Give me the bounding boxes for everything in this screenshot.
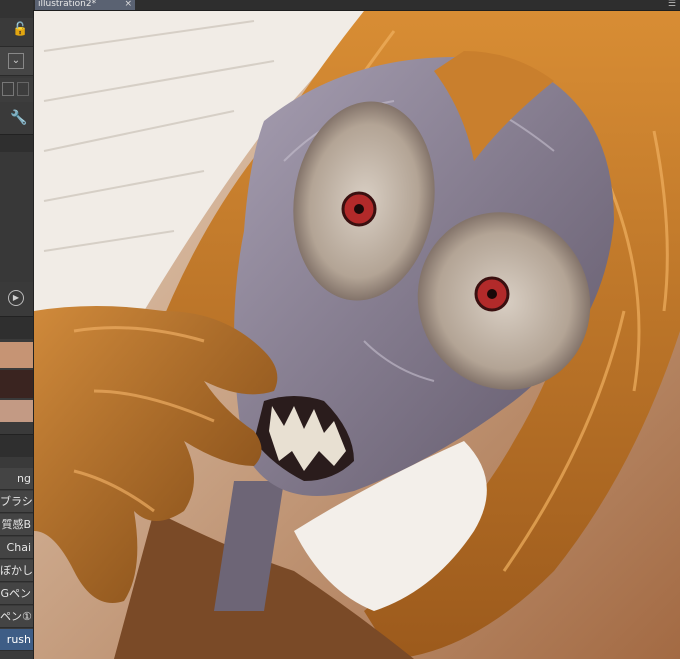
brush-item[interactable]: ng bbox=[0, 468, 33, 490]
brush-item[interactable]: ぼかし消し bbox=[0, 560, 33, 582]
document-tab-title: illustration2* bbox=[38, 0, 97, 9]
brush-item[interactable]: ペン① bbox=[0, 606, 33, 628]
menu-icon[interactable]: ☰ bbox=[668, 0, 676, 9]
sub-color-swatch[interactable] bbox=[0, 370, 33, 398]
panel-header bbox=[0, 0, 33, 18]
brush-panel-header bbox=[0, 434, 33, 457]
expand-icon[interactable]: ⌄ bbox=[8, 53, 24, 69]
transparent-color-swatch[interactable] bbox=[0, 400, 33, 422]
drawing-canvas[interactable] bbox=[34, 11, 680, 659]
layer-row bbox=[0, 78, 33, 102]
right-pupil bbox=[487, 289, 497, 299]
document-tab[interactable]: illustration2* × bbox=[35, 0, 135, 10]
brush-item[interactable]: Chai bbox=[0, 537, 33, 559]
document-tab-bar: illustration2* × ☰ bbox=[33, 0, 680, 11]
reference-layer-icon[interactable] bbox=[17, 82, 29, 96]
wrench-icon[interactable]: 🔧 bbox=[10, 110, 27, 126]
artwork bbox=[34, 11, 680, 659]
left-pupil bbox=[354, 204, 364, 214]
brush-item[interactable]: 質感B bbox=[0, 514, 33, 536]
layer-options-row: ⌄ bbox=[0, 46, 33, 76]
close-icon[interactable]: × bbox=[124, 0, 132, 9]
lock-icon[interactable]: 🔓 bbox=[12, 22, 28, 38]
play-icon[interactable]: ▶ bbox=[8, 290, 24, 306]
layer-mask-icon[interactable] bbox=[2, 82, 14, 96]
brush-item-selected[interactable]: rush bbox=[0, 629, 33, 651]
brush-item[interactable]: Gペン bbox=[0, 583, 33, 605]
brush-item[interactable]: ブラシ2 bbox=[0, 491, 33, 513]
tool-panel: 🔓 ⌄ 🔧 ▶ ng ブラシ2 質感B Chai ぼかし消し Gペン ペン① r… bbox=[0, 0, 34, 659]
color-panel-header bbox=[0, 316, 33, 339]
property-area bbox=[0, 152, 33, 282]
panel-divider bbox=[0, 134, 33, 153]
main-color-swatch[interactable] bbox=[0, 342, 33, 368]
